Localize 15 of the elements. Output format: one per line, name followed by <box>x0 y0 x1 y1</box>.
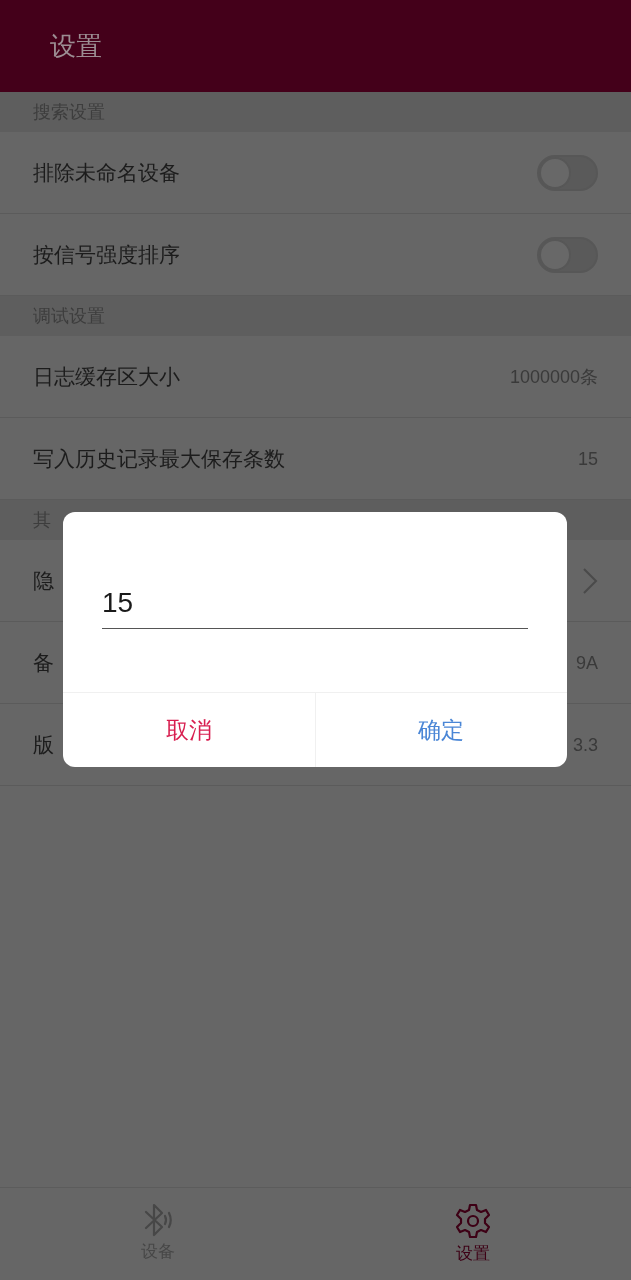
cancel-button[interactable]: 取消 <box>63 693 315 767</box>
screen-title: 设置 <box>50 33 102 59</box>
bluetooth-icon <box>142 1203 173 1237</box>
chevron-right-icon <box>582 566 598 595</box>
row-label: 日志缓存区大小 <box>33 366 180 387</box>
row-label: 按信号强度排序 <box>33 244 180 265</box>
row-label: 写入历史记录最大保存条数 <box>33 448 285 469</box>
row-label: 排除未命名设备 <box>33 162 180 183</box>
confirm-button[interactable]: 确定 <box>314 693 567 767</box>
settings-icon <box>455 1203 492 1239</box>
nav-tab[interactable]: 设置 <box>315 1188 631 1280</box>
input-field[interactable]: 15 <box>102 578 528 629</box>
row-label: 版 <box>33 734 54 755</box>
row-label: 备 <box>33 652 54 673</box>
row-label: 隐 <box>33 570 54 591</box>
